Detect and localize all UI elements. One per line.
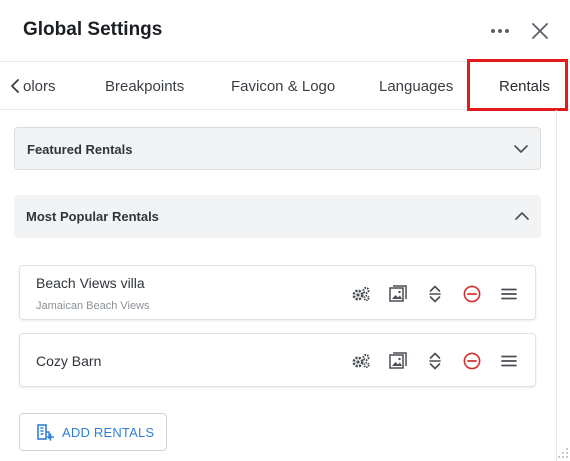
expand-collapse-icon	[428, 352, 441, 370]
image-icon	[388, 285, 407, 302]
remove-circle-icon	[463, 352, 480, 370]
rental-remove-button[interactable]	[453, 350, 490, 372]
featured-rentals-label: Featured Rentals	[27, 142, 133, 157]
rental-actions	[342, 283, 527, 305]
scrollbar-track[interactable]	[556, 110, 557, 461]
panel-title: Global Settings	[23, 19, 163, 40]
rental-expand-button[interactable]	[416, 283, 453, 305]
tab-breakpoints[interactable]: Breakpoints	[105, 78, 184, 95]
drag-handle-icon	[500, 288, 517, 300]
resize-handle[interactable]	[557, 446, 569, 458]
tab-colors[interactable]: olors	[23, 78, 56, 95]
rental-drag-handle[interactable]	[490, 283, 527, 305]
tab-favicon-logo[interactable]: Favicon & Logo	[231, 78, 335, 95]
rental-drag-handle[interactable]	[490, 350, 527, 372]
popular-rentals-section-header[interactable]: Most Popular Rentals	[14, 195, 541, 238]
tab-scroll-left-button[interactable]	[6, 76, 24, 96]
chevron-up-icon	[513, 207, 531, 225]
more-options-button[interactable]	[484, 18, 516, 44]
add-rentals-button[interactable]: ADD RENTALS	[19, 413, 167, 451]
more-horizontal-icon	[491, 29, 509, 33]
settings-tabs: olors Breakpoints Favicon & Logo Languag…	[0, 62, 570, 110]
close-button[interactable]	[526, 16, 554, 46]
rental-image-button[interactable]	[379, 283, 416, 305]
resize-grip-icon	[558, 448, 568, 458]
rental-actions	[342, 350, 527, 372]
rental-image-button[interactable]	[379, 350, 416, 372]
drag-handle-icon	[500, 355, 517, 367]
gears-icon	[352, 353, 370, 369]
remove-circle-icon	[463, 285, 480, 303]
rental-item[interactable]: Cozy Barn	[19, 333, 536, 387]
rental-settings-button[interactable]	[342, 283, 379, 305]
close-icon	[532, 23, 548, 39]
panel-header: Global Settings	[0, 0, 570, 62]
rental-title: Beach Views villa	[36, 275, 145, 291]
featured-rentals-section-header[interactable]: Featured Rentals	[14, 127, 541, 170]
rental-subtitle: Jamaican Beach Views	[36, 300, 150, 312]
chevron-down-icon	[512, 140, 530, 158]
add-rentals-label: ADD RENTALS	[62, 424, 155, 440]
tab-languages[interactable]: Languages	[379, 78, 453, 95]
rental-title: Cozy Barn	[36, 353, 102, 369]
gears-icon	[352, 286, 370, 302]
rental-remove-button[interactable]	[453, 283, 490, 305]
tab-rentals[interactable]: Rentals	[499, 78, 550, 95]
image-icon	[388, 352, 407, 369]
expand-collapse-icon	[428, 285, 441, 303]
rental-item[interactable]: Beach Views villa Jamaican Beach Views	[19, 265, 536, 320]
rental-settings-button[interactable]	[342, 350, 379, 372]
rental-expand-button[interactable]	[416, 350, 453, 372]
popular-rentals-label: Most Popular Rentals	[26, 209, 159, 224]
chevron-left-icon	[11, 79, 19, 93]
add-building-icon	[37, 424, 54, 441]
